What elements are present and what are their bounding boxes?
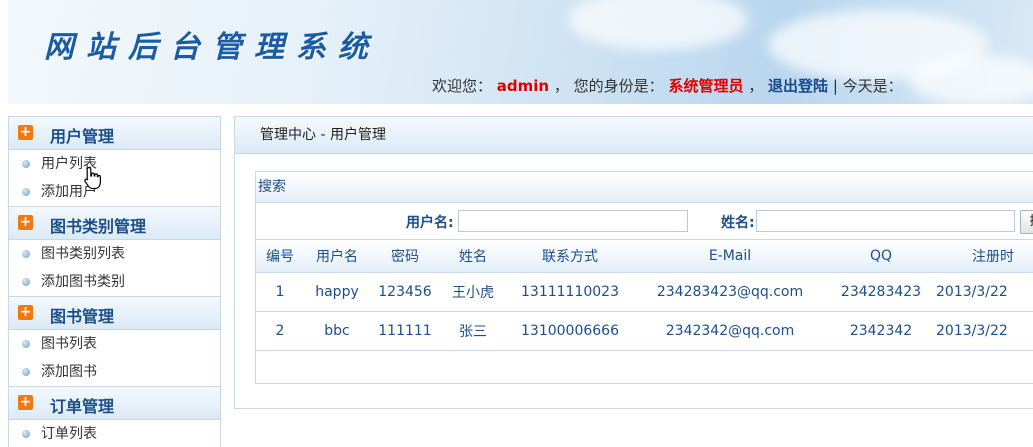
sidebar-group-order[interactable]: + 订单管理 (9, 386, 220, 420)
search-panel: 搜索 用户名: 姓名: 搜 编号 用户名 密码 姓名 联系方式 E-Mail (255, 171, 1033, 384)
column-header: E-Mail (634, 240, 826, 273)
table-cell: 2 (256, 311, 304, 351)
sidebar-item-add-user[interactable]: 添加用户 (9, 178, 220, 206)
bullet-dot-icon (22, 188, 30, 196)
table-cell: 13111110023 (506, 272, 634, 312)
comma-separator: ， (748, 77, 764, 95)
sidebar-group-title: 用户管理 (50, 127, 115, 146)
welcome-bar: 欢迎您： admin ， 您的身份是： 系统管理员 ， 退出登陆 | 今天是： (432, 75, 903, 96)
header-banner: 网站后台管理系统 欢迎您： admin ， 您的身份是： 系统管理员 ， 退出登… (8, 0, 1033, 104)
table-cell: 王小虎 (440, 272, 506, 312)
sidebar-group-title: 订单管理 (50, 397, 115, 416)
bullet-dot-icon (22, 278, 30, 286)
breadcrumb: 管理中心 - 用户管理 (235, 117, 1033, 154)
sidebar-group-user[interactable]: + 用户管理 (9, 116, 220, 150)
name-search-input[interactable] (756, 210, 1015, 232)
today-label: | 今天是： (832, 77, 903, 95)
table-row[interactable]: 1 happy 123456 王小虎 13111110023 234283423… (256, 272, 1033, 312)
table-cell: bbc (304, 311, 370, 351)
column-header: 联系方式 (506, 240, 634, 273)
bullet-dot-icon (22, 368, 30, 376)
sidebar-group-book-category[interactable]: + 图书类别管理 (9, 206, 220, 240)
table-cell: 张三 (440, 311, 506, 351)
current-username: admin (496, 77, 550, 95)
username-label: 用户名: (406, 215, 454, 231)
table-cell: 2342342@qq.com (634, 311, 826, 351)
sidebar-item-label[interactable]: 图书类别列表 (41, 240, 125, 268)
sidebar-item-label[interactable]: 添加图书类别 (41, 268, 125, 296)
plus-square-icon[interactable]: + (18, 395, 33, 410)
table-cell: 111111 (370, 311, 440, 351)
column-header: QQ (826, 240, 936, 273)
search-form: 用户名: 姓名: 搜 (256, 203, 1033, 240)
column-header: 密码 (370, 240, 440, 273)
bullet-dot-icon (22, 250, 30, 258)
sidebar-group-book[interactable]: + 图书管理 (9, 296, 220, 330)
sidebar-item-category-list[interactable]: 图书类别列表 (9, 240, 220, 268)
hand-pointer-icon (84, 166, 101, 190)
table-cell: 2013/3/22 (936, 272, 1033, 312)
bullet-dot-icon (22, 430, 30, 438)
sidebar-item-label[interactable]: 图书列表 (41, 330, 97, 358)
sidebar-item-add-category[interactable]: 添加图书类别 (9, 268, 220, 296)
search-panel-title: 搜索 (256, 172, 1033, 203)
table-cell: 234283423 (826, 272, 936, 312)
sidebar-item-book-list[interactable]: 图书列表 (9, 330, 220, 358)
table-row[interactable]: 2 bbc 111111 张三 13100006666 2342342@qq.c… (256, 311, 1033, 351)
search-button[interactable]: 搜 (1020, 210, 1033, 234)
username-search-input[interactable] (458, 210, 688, 232)
column-header: 姓名 (440, 240, 506, 273)
current-role: 系统管理员 (668, 77, 744, 95)
plus-square-icon[interactable]: + (18, 125, 33, 140)
column-header: 注册时 (936, 240, 1033, 273)
table-cell: 123456 (370, 272, 440, 312)
column-header: 用户名 (304, 240, 370, 273)
bullet-dot-icon (22, 340, 30, 348)
bullet-dot-icon (22, 160, 30, 168)
welcome-prefix: 欢迎您： (432, 77, 493, 95)
sidebar-item-label[interactable]: 添加图书 (41, 358, 97, 386)
main-panel: 管理中心 - 用户管理 搜索 用户名: 姓名: 搜 编号 用户名 密码 姓名 联… (234, 116, 1033, 409)
table-cell: 13100006666 (506, 311, 634, 351)
plus-square-icon[interactable]: + (18, 215, 33, 230)
role-prefix: ， 您的身份是： (553, 77, 664, 95)
name-label: 姓名: (721, 215, 755, 231)
sidebar-item-label[interactable]: 订单列表 (41, 420, 97, 447)
sidebar-item-order-list[interactable]: 订单列表 (9, 420, 220, 447)
sidebar-item-user-list[interactable]: 用户列表 (9, 150, 220, 178)
sidebar: + 用户管理 用户列表 添加用户 + 图书类别管理 图书类别列表 添加图书类别 … (8, 116, 221, 447)
user-table: 编号 用户名 密码 姓名 联系方式 E-Mail QQ 注册时 1 happy … (256, 240, 1033, 351)
table-cell: 2342342 (826, 311, 936, 351)
column-header: 编号 (256, 240, 304, 273)
table-header-row: 编号 用户名 密码 姓名 联系方式 E-Mail QQ 注册时 (256, 240, 1033, 273)
table-cell: 1 (256, 272, 304, 312)
logout-link[interactable]: 退出登陆 (768, 77, 828, 95)
sidebar-group-title: 图书类别管理 (50, 217, 147, 236)
table-cell: happy (304, 272, 370, 312)
site-title: 网站后台管理系统 (44, 30, 380, 65)
sidebar-group-title: 图书管理 (50, 307, 115, 326)
table-cell: 2013/3/22 (936, 311, 1033, 351)
table-cell: 234283423@qq.com (634, 272, 826, 312)
sidebar-item-add-book[interactable]: 添加图书 (9, 358, 220, 386)
plus-square-icon[interactable]: + (18, 305, 33, 320)
